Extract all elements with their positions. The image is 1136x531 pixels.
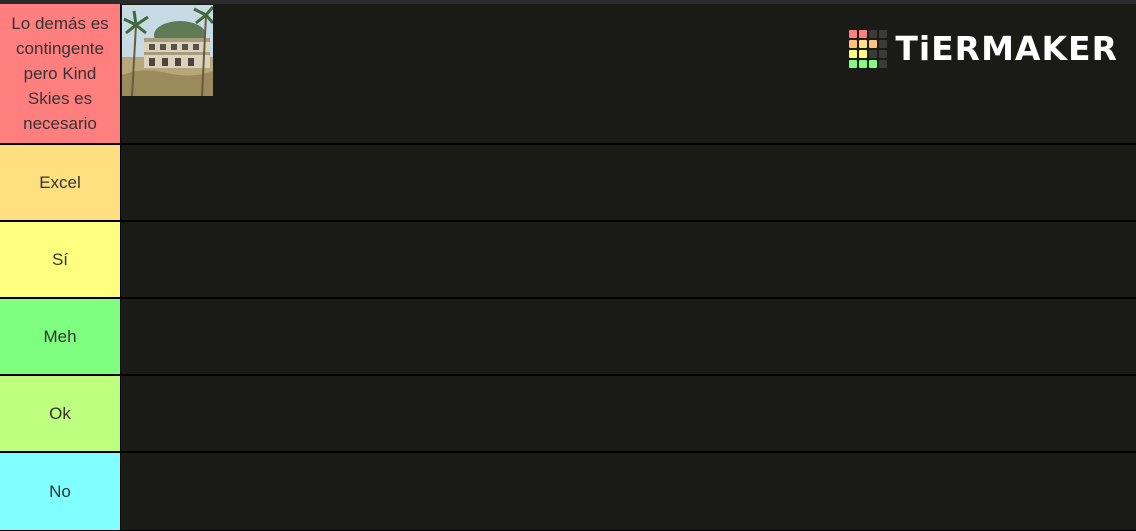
tiermaker-wordmark: TiERMAKER [895,29,1118,68]
tier-row-5: Ok [0,376,1136,453]
logo-square [869,30,878,38]
tier-items-2[interactable] [121,145,1136,220]
logo-square [869,60,878,68]
logo-square [859,50,868,58]
logo-square [879,60,888,68]
abandoned-building-thumbnail[interactable] [122,5,213,96]
tier-label-text: Sí [51,250,69,269]
building-image-icon [122,5,213,96]
tier-list-board: Lo demás es contingente pero Kind Skies … [0,0,1136,531]
tier-items-5[interactable] [121,376,1136,451]
tier-row-4: Meh [0,299,1136,376]
tier-items-4[interactable] [121,299,1136,374]
tier-items-6[interactable] [121,453,1136,530]
tier-label-text: No [49,482,71,501]
logo-square [879,30,888,38]
logo-square [869,40,878,48]
tier-label-text: Ok [49,404,71,423]
logo-square [879,50,888,58]
tiermaker-grid-icon [849,30,888,68]
logo-square [849,50,858,58]
tier-label-text: Excel [39,173,81,192]
tier-label-2[interactable]: Excel [0,145,121,220]
logo-square [849,40,858,48]
logo-square [849,30,858,38]
tiermaker-logo: TiERMAKER [849,29,1118,69]
tier-label-4[interactable]: Meh [0,299,121,374]
tier-items-3[interactable] [121,222,1136,297]
logo-square [859,60,868,68]
tier-label-6[interactable]: No [0,453,121,530]
logo-square [859,40,868,48]
tier-label-1[interactable]: Lo demás es contingente pero Kind Skies … [0,4,121,143]
tier-items-1[interactable]: TiERMAKER [121,4,1136,143]
tier-row-6: No [0,453,1136,530]
logo-square [849,60,858,68]
logo-square [869,50,878,58]
tier-row-3: Sí [0,222,1136,299]
tier-label-text: Lo demás es contingente pero Kind Skies … [11,14,109,133]
tier-row-2: Excel [0,145,1136,222]
tier-label-text: Meh [43,327,77,346]
tier-row-1: Lo demás es contingente pero Kind Skies … [0,4,1136,145]
tier-label-5[interactable]: Ok [0,376,121,451]
tier-label-3[interactable]: Sí [0,222,121,297]
logo-square [859,30,868,38]
logo-square [879,40,888,48]
